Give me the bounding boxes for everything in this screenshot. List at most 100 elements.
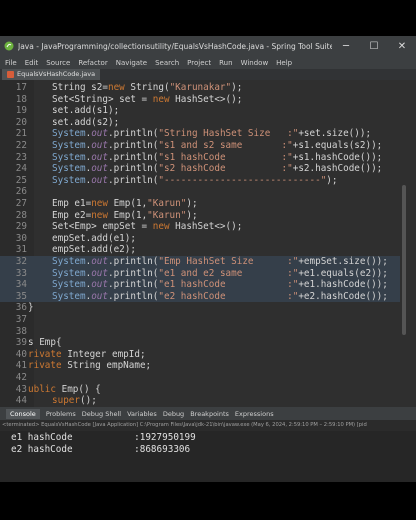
line-number: 17 — [15, 82, 27, 93]
menu-search[interactable]: Search — [155, 59, 179, 67]
maximize-button[interactable]: ☐ — [360, 41, 388, 52]
spring-tool-suite-icon — [4, 41, 14, 51]
line-number: 21 — [15, 128, 27, 140]
editor-tab-equalsvshashcode[interactable]: EqualsVsHashCode.java — [2, 69, 101, 80]
menu-refactor[interactable]: Refactor — [78, 59, 107, 67]
code-text: Set<Emp> empSet = new HashSet<>(); — [52, 221, 243, 233]
menu-run[interactable]: Run — [219, 59, 232, 67]
close-button[interactable]: ✕ — [388, 41, 416, 52]
code-line: 21 System.out.println("String HashSet Siz… — [0, 128, 400, 140]
menu-navigate[interactable]: Navigate — [116, 59, 147, 67]
code-line: 44 super(); — [0, 395, 400, 407]
code-line: 23 System.out.println("s1 hashCode :"+s1.… — [0, 152, 400, 164]
code-text: System.out.println("e1 hashCode :"+e1.ha… — [52, 279, 388, 291]
code-line: 24 System.out.println("s2 hashCode :"+s2.… — [0, 163, 400, 175]
menu-help[interactable]: Help — [276, 59, 292, 67]
line-number: 18 — [15, 93, 27, 105]
code-line: 33 System.out.println("e1 and e2 same :"+… — [0, 267, 400, 280]
tab-expressions[interactable]: Expressions — [235, 410, 274, 418]
tab-debug-shell[interactable]: Debug Shell — [82, 410, 121, 418]
tab-console[interactable]: Console — [6, 408, 40, 419]
code-line: 30 empSet.add(e1); — [0, 233, 400, 245]
code-text: String s2=new String("Karunakar"); — [52, 82, 243, 93]
line-number: 28 — [15, 209, 27, 221]
tab-problems[interactable]: Problems — [46, 410, 76, 418]
code-text: System.out.println("s2 hashCode :"+s2.ha… — [52, 163, 383, 175]
line-number: 26 — [15, 186, 27, 198]
code-line: 26 — [0, 186, 400, 198]
code-text: System.out.println("Emp HashSet Size :"+… — [52, 256, 388, 267]
code-line: 31 empSet.add(e2); — [0, 244, 400, 256]
java-file-icon — [7, 71, 14, 78]
code-text: System.out.println("e2 hashCode :"+e2.ha… — [52, 290, 388, 302]
bottom-panel-tabs: Console Problems Debug Shell Variables D… — [0, 407, 416, 420]
code-line: 22 System.out.println("s1 and s2 same :"+… — [0, 140, 400, 152]
line-number: 43 — [15, 383, 27, 395]
code-text: set.add(s1); — [52, 105, 120, 117]
code-text: System.out.println("s1 and s2 same :"+s1… — [52, 140, 383, 151]
line-number: 41 — [15, 360, 27, 372]
code-text: } — [28, 302, 34, 314]
code-line: 37 — [0, 314, 400, 326]
code-line: 17 String s2=new String("Karunakar"); — [0, 82, 400, 94]
code-editor[interactable]: 17 String s2=new String("Karunakar"); 18 Se… — [0, 80, 416, 407]
line-number: 32 — [15, 256, 27, 267]
code-text: System.out.println("String HashSet Size … — [52, 128, 372, 140]
code-text: System.out.println("e1 and e2 same :"+e1… — [52, 267, 388, 279]
code-line: 42 — [0, 372, 400, 384]
menu-window[interactable]: Window — [241, 59, 269, 67]
line-number: 38 — [15, 325, 27, 337]
line-number: 36 — [15, 302, 27, 314]
code-text: System.out.println("--------------------… — [52, 174, 338, 186]
code-line: 35 System.out.println("e2 hashCode :"+e2.… — [0, 290, 400, 303]
code-line: 28 Emp e2=new Emp(1,"Karun"); — [0, 210, 400, 222]
code-line: 27 Emp e1=new Emp(1,"Karun"); — [0, 198, 400, 210]
code-text: set.add(s2); — [52, 116, 120, 128]
code-line: 18 Set<String> set = new HashSet<>(); — [0, 94, 400, 106]
window-title: Java - JavaProgramming/collectionsutilit… — [18, 41, 332, 51]
line-number: 33 — [15, 267, 27, 279]
line-number: 39 — [15, 337, 27, 349]
tab-variables[interactable]: Variables — [127, 410, 157, 418]
console-line: e1 hashCode :1927950199 — [11, 432, 196, 443]
code-text: Emp e1=new Emp(1,"Karun"); — [52, 198, 198, 209]
code-text: super(); — [52, 395, 97, 407]
line-number: 20 — [15, 116, 27, 128]
menu-file[interactable]: File — [5, 59, 17, 67]
line-number: 42 — [15, 372, 27, 383]
code-text: System.out.println("s1 hashCode :"+s1.ha… — [52, 151, 383, 163]
code-line: 39 s Emp{ — [0, 337, 400, 349]
line-number: 29 — [15, 221, 27, 233]
line-number: 31 — [15, 244, 27, 256]
editor-tab-label: EqualsVsHashCode.java — [17, 70, 96, 78]
tab-breakpoints[interactable]: Breakpoints — [190, 410, 229, 418]
menu-source[interactable]: Source — [46, 59, 70, 67]
console-status-line: <terminated> EqualsVsHashCode [Java Appl… — [0, 420, 416, 431]
code-line: 20 set.add(s2); — [0, 117, 400, 129]
line-number: 19 — [15, 105, 27, 117]
code-line: 34 System.out.println("e1 hashCode :"+e1.… — [0, 279, 400, 291]
console-line: e2 hashCode :868693306 — [11, 444, 191, 455]
code-line: 38 — [0, 326, 400, 338]
ide-window: Java - JavaProgramming/collectionsutilit… — [0, 36, 416, 482]
line-number: 35 — [15, 290, 27, 302]
minimize-button[interactable]: ─ — [332, 41, 360, 52]
console-output: e1 hashCode :1927950199 e2 hashCode :868… — [0, 431, 416, 482]
editor-scrollbar[interactable] — [402, 185, 406, 335]
menu-edit[interactable]: Edit — [25, 59, 39, 67]
code-text: Emp e2=new Emp(1,"Karun"); — [52, 209, 198, 221]
code-line: 40 rivate Integer empId; — [0, 349, 400, 361]
code-line: 32 System.out.println("Emp HashSet Size :… — [0, 256, 400, 268]
code-line: 29 Set<Emp> empSet = new HashSet<>(); — [0, 221, 400, 233]
menu-project[interactable]: Project — [187, 59, 211, 67]
line-number: 30 — [15, 232, 27, 244]
line-number: 23 — [15, 151, 27, 163]
line-number: 40 — [15, 348, 27, 360]
line-number: 37 — [15, 314, 27, 325]
menu-bar: File Edit Source Refactor Navigate Searc… — [0, 56, 416, 69]
line-number: 44 — [15, 395, 27, 407]
tab-debug[interactable]: Debug — [163, 410, 184, 418]
code-line: 19 set.add(s1); — [0, 105, 400, 117]
code-line: 36} — [0, 302, 400, 314]
code-text: empSet.add(e1); — [52, 232, 136, 244]
